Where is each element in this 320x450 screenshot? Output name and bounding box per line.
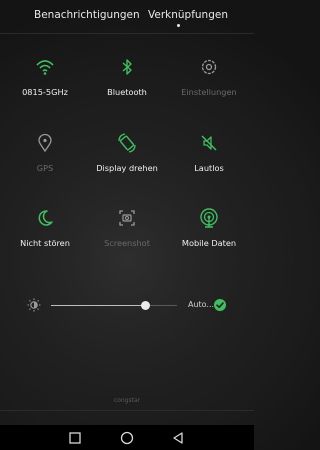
mobile-data-icon [200,208,218,228]
brightness-row: Auto... [0,292,254,322]
toggle-settings-label: Einstellungen [181,87,237,97]
brightness-slider-fill [51,305,146,306]
toggle-silent[interactable]: Lautlos [167,133,251,193]
toggle-bluetooth[interactable]: Bluetooth [85,57,169,117]
navigation-bar [0,425,254,450]
toggle-bluetooth-label: Bluetooth [107,87,147,97]
brightness-slider[interactable] [51,305,177,306]
back-button[interactable] [171,431,185,445]
toggle-rotate-display-label: Display drehen [96,163,158,173]
toggle-do-not-disturb[interactable]: Nicht stören [3,208,87,268]
auto-brightness-label: Auto... [188,300,215,309]
toggle-screenshot[interactable]: Screenshot [85,208,169,268]
toggle-screenshot-label: Screenshot [104,238,150,248]
notification-shade-tabs: Benachrichtigungen Verknüpfungen [0,0,254,32]
rotate-screen-icon [118,133,136,153]
auto-brightness-checkbox[interactable] [214,299,226,311]
toggle-wifi[interactable]: 0815-5GHz [3,57,87,117]
brightness-icon [27,298,41,312]
shade-bottom-divider [0,410,254,411]
recents-button[interactable] [68,431,82,445]
tabs-divider [0,33,254,34]
settings-icon [201,59,217,75]
mute-icon [201,135,217,151]
home-button[interactable] [120,431,134,445]
toggle-silent-label: Lautlos [194,163,224,173]
toggle-wifi-label: 0815-5GHz [22,87,68,97]
active-tab-indicator [177,24,180,27]
carrier-name: congstar [113,397,141,404]
toggle-settings[interactable]: Einstellungen [167,57,251,117]
bluetooth-icon [122,59,132,75]
wifi-icon [36,60,54,75]
toggle-do-not-disturb-label: Nicht stören [20,238,70,248]
toggle-mobile-data-label: Mobile Daten [181,238,237,248]
location-icon [38,133,52,153]
tab-notifications[interactable]: Benachrichtigungen [34,9,140,21]
moon-icon [38,210,53,226]
toggle-gps-label: GPS [36,163,54,173]
toggle-gps[interactable]: GPS [3,133,87,193]
toggle-rotate-display[interactable]: Display drehen [85,133,169,193]
tab-shortcuts[interactable]: Verknüpfungen [148,9,228,21]
screenshot-icon [119,210,135,226]
toggle-mobile-data[interactable]: Mobile Daten [167,208,251,268]
brightness-slider-thumb[interactable] [141,301,150,310]
